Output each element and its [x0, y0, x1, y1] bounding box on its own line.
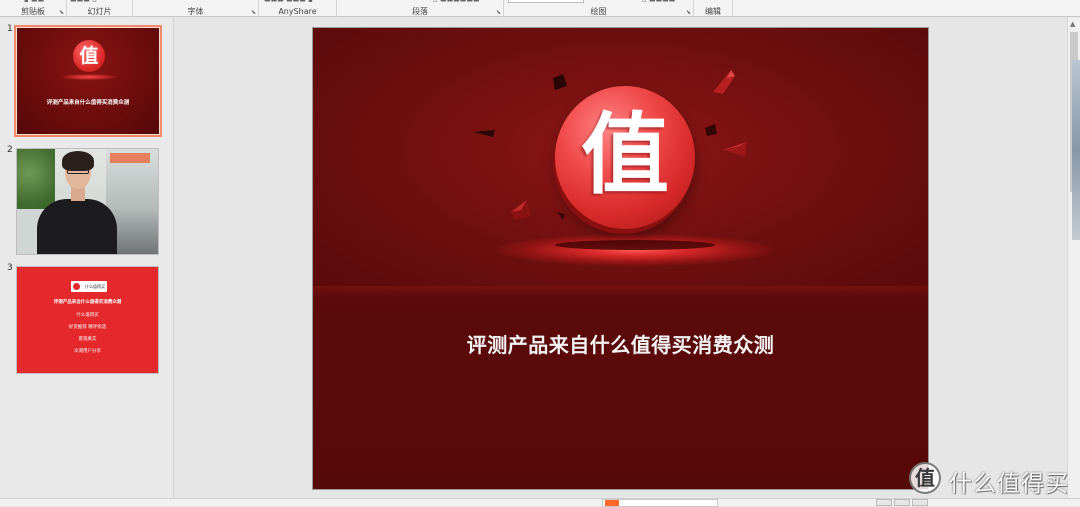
slide-thumb-caption: 评测产品来自什么值得买消费众测: [46, 100, 130, 106]
dialog-launcher-icon[interactable]: ⬊: [496, 9, 501, 16]
ribbon-partial-control[interactable]: ▬▬▬ ▬▬▬ ▪: [264, 0, 313, 4]
status-bar: [0, 498, 1080, 507]
photo-person-glasses: [67, 169, 89, 174]
dialog-launcher-icon[interactable]: ⬊: [686, 9, 691, 16]
slide-thumb-row-2[interactable]: 2: [0, 145, 174, 255]
ribbon-group-paragraph[interactable]: ▫ ▬▬▬▬▬▬ 段落 ⬊: [337, 0, 504, 17]
slide-thumbnail-3[interactable]: 什么值得买 评测产品来自什么值得买消费众测 什么值得买 好货推荐 精评优选 客观…: [16, 266, 159, 374]
ribbon-partial-control[interactable]: ▫ ▬▬▬▬▬▬: [433, 0, 480, 4]
slide-number: 3: [7, 263, 13, 273]
slide3-line: 众测用户分享: [74, 349, 101, 354]
photo-sign: [110, 153, 150, 163]
ribbon-partial-control[interactable]: ▬▬▬ ▫: [70, 0, 97, 4]
zhi-badge-icon: 值: [555, 86, 695, 229]
ribbon-group-label: 编辑: [705, 7, 721, 16]
ribbon-group-label: 字体: [187, 7, 204, 16]
dialog-launcher-icon[interactable]: ⬊: [251, 9, 256, 16]
ribbon-group-slides[interactable]: ▬▬▬ ▫ 幻灯片: [67, 0, 133, 17]
shape-gallery-field[interactable]: [508, 0, 584, 3]
badge-glow: [61, 74, 117, 80]
ribbon-partial-control[interactable]: ▪ ▬▬: [24, 0, 44, 4]
view-sorter-button[interactable]: [894, 499, 910, 506]
photo-tree: [17, 149, 57, 209]
ribbon-group-clipboard[interactable]: ▪ ▬▬ 剪贴板 ⬊: [0, 0, 67, 17]
shard-shape: [723, 142, 747, 156]
ribbon-group-label: 绘图: [590, 7, 607, 16]
ribbon: ▪ ▬▬ 剪贴板 ⬊ ▬▬▬ ▫ 幻灯片 字体 ⬊ ▬▬▬ ▬▬▬ ▪ AnyS…: [0, 0, 1080, 17]
slide3-line: 好货推荐 精评优选: [68, 325, 107, 330]
slide-title[interactable]: 评测产品来自什么值得买消费众测: [313, 329, 928, 358]
slide-number: 1: [7, 24, 13, 34]
dialog-launcher-icon[interactable]: ⬊: [59, 9, 64, 16]
photo-person-neck: [71, 187, 85, 201]
slide-floor: [313, 290, 928, 489]
watermark-badge-icon: 值: [909, 462, 941, 494]
photo-person-hair: [62, 151, 94, 171]
slide3-line: 什么值得买: [76, 313, 99, 318]
shard-shape: [511, 200, 531, 220]
watermark-text: 什么值得买: [949, 471, 1069, 497]
ribbon-group-label: AnyShare: [278, 7, 317, 16]
logo-dot-icon: [73, 283, 80, 290]
ribbon-group-anyshare[interactable]: ▬▬▬ ▬▬▬ ▪ AnyShare: [259, 0, 337, 17]
shard-shape: [557, 212, 565, 220]
smzdm-logo: 什么值得买: [71, 281, 107, 292]
ribbon-group-drawing[interactable]: ▫ ▬▬▬▬ 绘图 ⬊: [504, 0, 694, 17]
view-reading-button[interactable]: [912, 499, 928, 506]
zhi-badge-icon: 值: [73, 40, 105, 72]
slide-thumbnail-1[interactable]: 值 评测产品来自什么值得买消费众测: [14, 25, 162, 137]
scroll-up-icon[interactable]: ▲: [1070, 20, 1075, 28]
ime-logo-icon[interactable]: [605, 500, 619, 506]
ribbon-partial-control[interactable]: ▫ ▬▬▬▬: [642, 0, 675, 4]
slide-thumb-row-3[interactable]: 3 什么值得买 评测产品来自什么值得买消费众测 什么值得买 好货推荐 精评优选 …: [0, 263, 174, 374]
desktop-background-peek: [1072, 60, 1080, 240]
shard-shape: [705, 124, 717, 136]
slides-panel[interactable]: 1 值 评测产品来自什么值得买消费众测 2 3 什么值得买 评测产品来自什么值得…: [0, 18, 174, 498]
shard-shape: [713, 70, 735, 94]
shard-shape: [473, 130, 495, 137]
slide-number: 2: [7, 145, 13, 155]
slide-thumbnail-content: 值 评测产品来自什么值得买消费众测: [17, 28, 159, 134]
ribbon-group-label: 段落: [412, 7, 428, 16]
slide3-line: 客观真实: [78, 337, 97, 342]
badge-floor-shadow: [555, 240, 715, 250]
badge-floor-glow: [498, 234, 773, 266]
ribbon-group-font[interactable]: 字体 ⬊: [133, 0, 259, 17]
shard-shape: [553, 74, 567, 90]
view-normal-button[interactable]: [876, 499, 892, 506]
ribbon-group-editing[interactable]: 编辑: [694, 0, 733, 17]
slide-horizon: [313, 286, 928, 298]
slide-thumbnail-2[interactable]: [16, 148, 159, 255]
badge-character: 值: [580, 102, 669, 206]
slide3-line: 评测产品来自什么值得买消费众测: [53, 300, 122, 305]
ribbon-group-label: 剪贴板: [21, 7, 45, 16]
main-slide[interactable]: 值 评测产品来自什么值得买消费众测: [312, 27, 929, 490]
photo-person-body: [37, 199, 117, 254]
ribbon-group-label: 幻灯片: [87, 7, 112, 16]
